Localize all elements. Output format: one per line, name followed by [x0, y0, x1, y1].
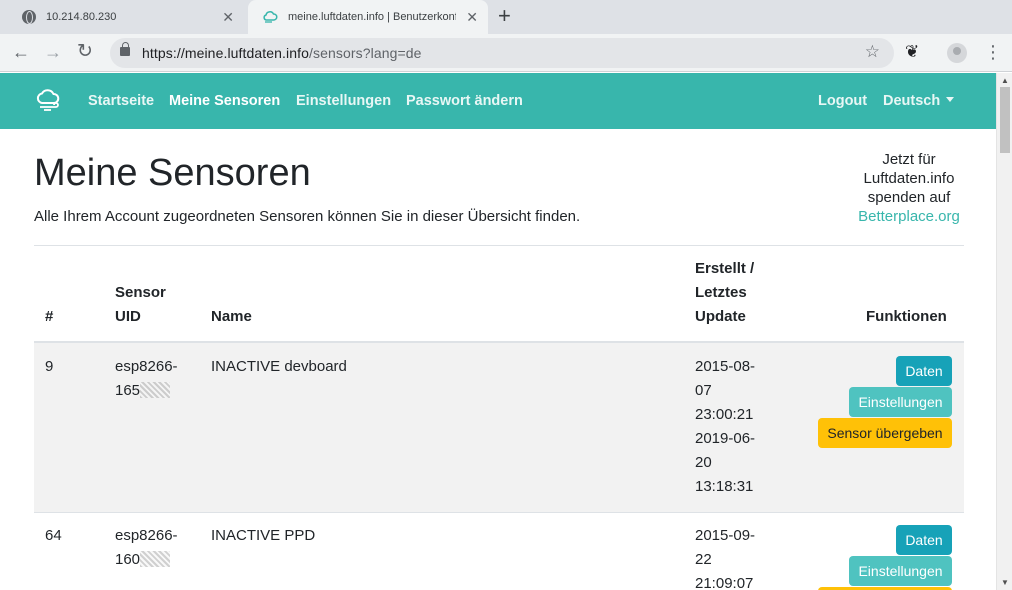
row-divider — [34, 512, 964, 513]
tab-title: 10.214.80.230 — [46, 11, 117, 23]
einstellungen-button[interactable]: Einstellungen — [849, 387, 952, 417]
row-num: 9 — [45, 358, 54, 375]
profile-avatar[interactable] — [947, 43, 967, 63]
header-date: Erstellt / Letztes Update — [695, 260, 755, 325]
header-functions: Funktionen — [866, 308, 947, 325]
language-dropdown[interactable]: Deutsch — [883, 93, 955, 109]
page-lead: Alle Ihrem Account zugeordneten Sensoren… — [34, 208, 581, 225]
reload-icon[interactable]: ↻ — [77, 41, 93, 63]
page-viewport: Startseite Meine Sensoren Einstellungen … — [0, 73, 996, 590]
url-text: https://meine.luftdaten.info/sensors?lan… — [142, 45, 422, 61]
row-name: INACTIVE PPD — [211, 527, 316, 544]
redacted-mark — [140, 551, 171, 567]
new-tab-button[interactable]: + — [498, 5, 511, 27]
daten-button[interactable]: Daten — [896, 356, 952, 386]
header-name: Name — [211, 308, 252, 325]
donate-text: Jetzt für — [882, 151, 936, 168]
divider — [34, 245, 964, 246]
globe-icon — [22, 10, 36, 24]
scroll-up-arrow-icon[interactable]: ▲ — [1001, 76, 1009, 85]
row-dates: 2015-08- 07 23:00:21 2019-06- 20 13:18:31 — [695, 358, 756, 495]
sensor-uebergeben-button[interactable]: Sensor übergeben — [818, 418, 952, 448]
site-navbar: Startseite Meine Sensoren Einstellungen … — [0, 73, 996, 129]
browser-menu-icon[interactable]: ⋮ — [984, 41, 1002, 63]
nav-link-startseite[interactable]: Startseite — [88, 93, 154, 109]
luftdaten-logo-icon[interactable] — [34, 88, 64, 112]
scroll-down-arrow-icon[interactable]: ▼ — [1001, 578, 1009, 587]
nav-link-passwort-aendern[interactable]: Passwort ändern — [406, 93, 523, 109]
row-dates: 2015-09- 22 21:09:07 — [695, 527, 756, 590]
page-scrollbar[interactable]: ▲ ▼ — [996, 73, 1012, 590]
nav-link-logout[interactable]: Logout — [818, 93, 867, 109]
tab-strip: 10.214.80.230 ✕ meine.luftdaten.info | B… — [0, 0, 1012, 34]
donate-text: Luftdaten.info — [863, 170, 955, 187]
row-uid: esp8266- 160 — [115, 527, 178, 568]
nav-link-meine-sensoren[interactable]: Meine Sensoren — [169, 93, 280, 109]
daten-button[interactable]: Daten — [896, 525, 952, 555]
tab-title: meine.luftdaten.info | Benutzerkonf — [288, 11, 456, 23]
caret-down-icon — [946, 97, 955, 102]
extension-icon[interactable]: ❦ — [905, 42, 919, 62]
row-uid: esp8266- 165 — [115, 358, 178, 399]
scrollbar-thumb[interactable] — [1000, 87, 1010, 153]
browser-tab-2[interactable]: meine.luftdaten.info | Benutzerkonf ✕ — [248, 0, 488, 34]
row-num: 64 — [45, 527, 62, 544]
redacted-mark — [140, 382, 171, 398]
forward-arrow-icon[interactable]: → — [44, 41, 62, 63]
close-tab-icon[interactable]: ✕ — [466, 9, 478, 25]
address-bar[interactable]: https://meine.luftdaten.info/sensors?lan… — [110, 38, 894, 68]
back-arrow-icon[interactable]: ← — [12, 41, 30, 63]
header-uid: Sensor UID — [115, 284, 166, 325]
einstellungen-button[interactable]: Einstellungen — [849, 556, 952, 586]
row-name: INACTIVE devboard — [211, 358, 347, 375]
page-title: Meine Sensoren — [34, 152, 311, 194]
nav-link-einstellungen[interactable]: Einstellungen — [296, 93, 391, 109]
betterplace-link[interactable]: Betterplace.org — [848, 207, 970, 226]
bookmark-star-icon[interactable]: ☆ — [865, 42, 880, 62]
browser-tab-1[interactable]: 10.214.80.230 ✕ — [8, 0, 244, 34]
cloud-icon — [263, 11, 278, 23]
donate-text: spenden auf — [867, 189, 951, 206]
close-tab-icon[interactable]: ✕ — [222, 9, 234, 25]
donate-box: Jetzt für Luftdaten.info spenden auf Bet… — [848, 150, 970, 226]
lock-icon — [120, 42, 130, 56]
browser-toolbar: ← → ↻ https://meine.luftdaten.info/senso… — [0, 34, 1012, 72]
header-num: # — [45, 308, 54, 325]
